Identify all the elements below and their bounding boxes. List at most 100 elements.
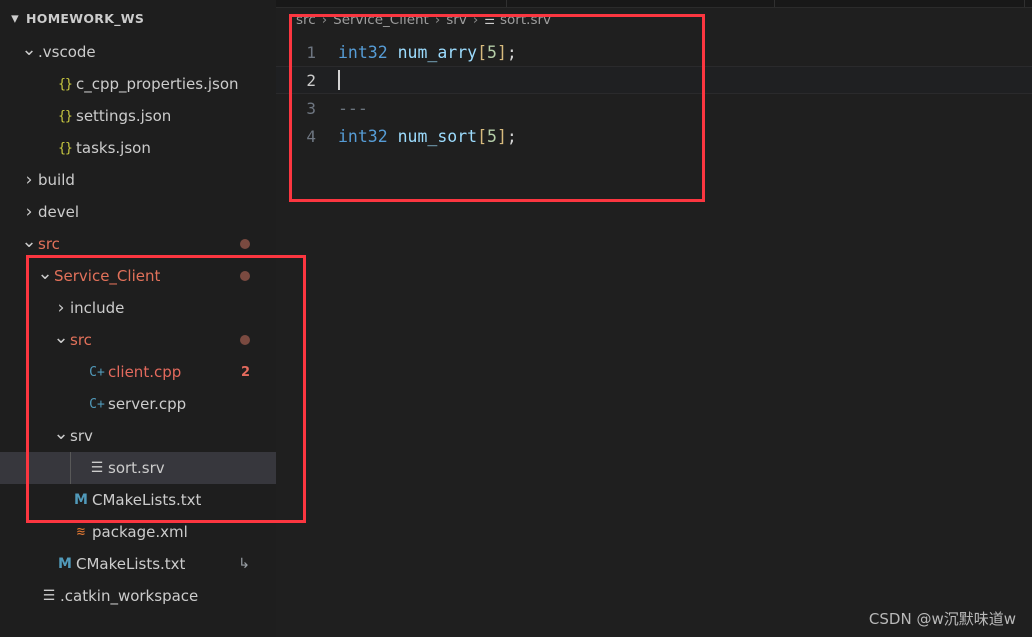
breadcrumb[interactable]: src › Service_Client › srv › ☰ sort.srv: [276, 8, 1032, 32]
breadcrumb-segment[interactable]: src: [296, 12, 316, 28]
line-number: 3: [306, 98, 316, 118]
tree-item-label: src: [70, 331, 92, 349]
tree-item-vscode[interactable]: ⌄ .vscode: [0, 36, 276, 68]
tree-item-label: package.xml: [92, 523, 188, 541]
txt-file-icon: ☰: [42, 588, 56, 604]
code-line-text: int32 num_arry[5];: [338, 43, 1032, 62]
symlink-indicator-icon: ↳: [238, 556, 250, 572]
chevron-down-icon[interactable]: ⌄: [20, 40, 38, 58]
breadcrumb-segment[interactable]: srv: [446, 12, 467, 28]
code-token: ;: [506, 42, 517, 62]
tree-item-label: .vscode: [38, 43, 96, 61]
chevron-down-icon[interactable]: ▾: [4, 10, 26, 26]
breadcrumb-separator-icon: ›: [434, 12, 441, 28]
tree-item-build[interactable]: › build: [0, 164, 276, 196]
chevron-down-icon[interactable]: ⌄: [36, 264, 54, 282]
chevron-right-icon[interactable]: ›: [20, 171, 38, 189]
workspace-root-header[interactable]: ▾ HOMEWORK_WS: [0, 0, 276, 36]
code-line[interactable]: 1 int32 num_arry[5];: [276, 38, 1032, 66]
workspace-root-label: HOMEWORK_WS: [26, 10, 145, 26]
code-token: num_sort: [397, 126, 478, 146]
tree-item-label: tasks.json: [76, 139, 151, 157]
code-token: ---: [338, 98, 368, 118]
file-tree: ⌄ .vscode{} c_cpp_properties.json{} setting…: [0, 36, 276, 612]
chevron-down-icon[interactable]: ⌄: [20, 232, 38, 250]
tree-item-c-cpp-properties-json[interactable]: {} c_cpp_properties.json: [0, 68, 276, 100]
tree-item-label: c_cpp_properties.json: [76, 75, 239, 93]
breadcrumb-segment[interactable]: Service_Client: [333, 12, 429, 28]
code-line[interactable]: 3 ---: [276, 94, 1032, 122]
tree-item-label: include: [70, 299, 125, 317]
tree-item-package-xml[interactable]: ≋ package.xml: [0, 516, 276, 548]
code-token: ]: [496, 126, 507, 146]
tree-item-srv[interactable]: ⌄ srv: [0, 420, 276, 452]
tab-separator: [1024, 0, 1025, 7]
code-line-text: ---: [338, 99, 1032, 118]
md-file-icon: M: [74, 492, 88, 508]
modified-indicator-dot: [240, 239, 250, 249]
code-token: ;: [506, 126, 517, 146]
tree-item-src[interactable]: ⌄ src: [0, 228, 276, 260]
code-editor[interactable]: 1 int32 num_arry[5]; 2 3 --- 4 int32 num_sort[…: [276, 32, 1032, 150]
tree-item-client-cpp[interactable]: C+ client.cpp 2: [0, 356, 276, 388]
line-number: 1: [306, 42, 316, 62]
json-file-icon: {}: [58, 140, 73, 156]
txt-file-icon: ☰: [90, 460, 104, 476]
tree-item-label: srv: [70, 427, 93, 445]
code-token: num_arry: [397, 42, 478, 62]
tree-item-label: client.cpp: [108, 363, 182, 381]
json-file-icon: {}: [58, 76, 73, 92]
cpp-file-icon: C+: [89, 364, 105, 380]
tree-item-service-client[interactable]: ⌄ Service_Client: [0, 260, 276, 292]
tree-item-label: settings.json: [76, 107, 172, 125]
tree-item-label: CMakeLists.txt: [76, 555, 186, 573]
code-line[interactable]: 2: [276, 66, 1032, 94]
text-cursor: [338, 70, 340, 91]
chevron-down-icon[interactable]: ⌄: [52, 328, 70, 346]
code-token: [: [477, 42, 488, 62]
tree-item-settings-json[interactable]: {} settings.json: [0, 100, 276, 132]
tree-item-cmakelists-txt[interactable]: M CMakeLists.txt: [0, 484, 276, 516]
problem-count-badge: 2: [240, 364, 250, 380]
tree-item-devel[interactable]: › devel: [0, 196, 276, 228]
tree-item-label: build: [38, 171, 75, 189]
tree-item-sort-srv[interactable]: ☰ sort.srv: [0, 452, 276, 484]
chevron-right-icon[interactable]: ›: [20, 203, 38, 221]
breadcrumb-separator-icon: ›: [321, 12, 328, 28]
srv-file-icon: ☰: [484, 13, 496, 27]
tree-item-label: sort.srv: [108, 459, 165, 477]
line-number: 4: [306, 126, 316, 146]
cpp-file-icon: C+: [89, 396, 105, 412]
editor-area: src › Service_Client › srv › ☰ sort.srv 1 int32 …: [276, 0, 1032, 637]
tree-item-label: server.cpp: [108, 395, 187, 413]
editor-tab-bar[interactable]: [276, 0, 1032, 8]
code-token: 5: [487, 42, 497, 62]
code-line-text: [338, 70, 1032, 91]
breadcrumb-file[interactable]: sort.srv: [500, 12, 551, 28]
tree-item-label: Service_Client: [54, 267, 161, 285]
tree-item-server-cpp[interactable]: C+ server.cpp: [0, 388, 276, 420]
modified-indicator-dot: [240, 335, 250, 345]
tree-item-catkin-workspace[interactable]: ☰ .catkin_workspace: [0, 580, 276, 612]
vscode-window: ▾ HOMEWORK_WS ⌄ .vscode{} c_cpp_properties…: [0, 0, 1032, 637]
explorer-sidebar: ▾ HOMEWORK_WS ⌄ .vscode{} c_cpp_properties…: [0, 0, 276, 637]
tree-item-label: .catkin_workspace: [60, 587, 199, 605]
tree-item-tasks-json[interactable]: {} tasks.json: [0, 132, 276, 164]
tab-separator: [506, 0, 507, 7]
chevron-right-icon[interactable]: ›: [52, 299, 70, 317]
code-line-text: int32 num_sort[5];: [338, 127, 1032, 146]
md-file-icon: M: [58, 556, 72, 572]
line-number: 2: [306, 70, 316, 90]
tree-item-cmakelists-txt[interactable]: M CMakeLists.txt ↳: [0, 548, 276, 580]
code-token: ]: [496, 42, 507, 62]
json-file-icon: {}: [58, 108, 73, 124]
tree-item-label: CMakeLists.txt: [92, 491, 202, 509]
tree-item-src[interactable]: ⌄ src: [0, 324, 276, 356]
tree-item-label: devel: [38, 203, 80, 221]
tree-item-include[interactable]: › include: [0, 292, 276, 324]
chevron-down-icon[interactable]: ⌄: [52, 424, 70, 442]
indent-guide: [70, 452, 71, 484]
code-token: [: [477, 126, 488, 146]
code-line[interactable]: 4 int32 num_sort[5];: [276, 122, 1032, 150]
code-token: int32: [338, 42, 398, 62]
